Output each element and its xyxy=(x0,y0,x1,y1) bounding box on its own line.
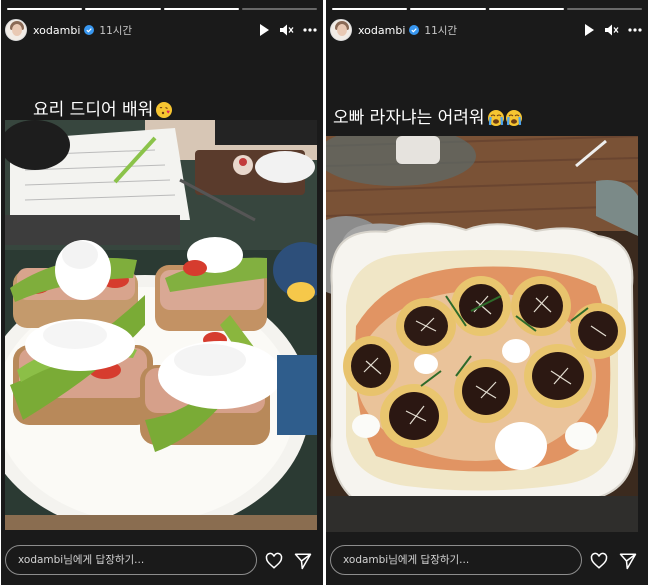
progress-segment xyxy=(410,8,486,10)
progress-segment xyxy=(241,8,317,10)
progress-bar xyxy=(7,8,317,10)
story-caption: 오빠 라자냐는 어려워 xyxy=(333,103,523,128)
reply-placeholder: xodambi님에게 답장하기... xyxy=(18,554,145,566)
progress-segment xyxy=(163,8,239,10)
username[interactable]: xodambi xyxy=(33,24,80,37)
progress-segment xyxy=(566,8,642,10)
play-icon[interactable] xyxy=(582,23,596,37)
story-caption: 요리 드디어 배워 xyxy=(33,95,173,120)
avatar[interactable] xyxy=(5,19,27,41)
heart-icon[interactable] xyxy=(265,552,283,570)
story-photo-bruschetta xyxy=(5,120,317,530)
loudly-crying-face-emoji xyxy=(505,110,522,126)
caption-text: 오빠 라자냐는 어려워 xyxy=(333,108,485,128)
story-header: xodambi 11시간 xyxy=(5,18,317,42)
progress-segment xyxy=(7,8,83,10)
caption-text: 요리 드디어 배워 xyxy=(33,100,154,120)
play-icon[interactable] xyxy=(257,23,271,37)
send-icon[interactable] xyxy=(619,552,637,570)
post-time: 11시간 xyxy=(424,24,458,37)
progress-segment xyxy=(488,8,564,10)
story-header: xodambi 11시간 xyxy=(330,18,642,42)
story-left: xodambi 11시간 요리 드디어 배워 xodambi님에게 답장하기..… xyxy=(1,0,323,585)
story-photo-lasagna xyxy=(326,136,638,532)
more-options-icon[interactable] xyxy=(303,23,317,37)
reply-input[interactable]: xodambi님에게 답장하기... xyxy=(5,545,257,575)
face-blowing-kiss-emoji xyxy=(156,102,173,118)
reply-input[interactable]: xodambi님에게 답장하기... xyxy=(330,545,582,575)
progress-segment xyxy=(332,8,408,10)
mute-icon[interactable] xyxy=(280,23,294,37)
username[interactable]: xodambi xyxy=(358,24,405,37)
send-icon[interactable] xyxy=(294,552,312,570)
verified-badge-icon xyxy=(84,25,95,35)
story-right: xodambi 11시간 오빠 라자냐는 어려워 xodambi님에게 답장하기… xyxy=(326,0,648,585)
more-options-icon[interactable] xyxy=(628,23,642,37)
progress-segment xyxy=(85,8,161,10)
reply-placeholder: xodambi님에게 답장하기... xyxy=(343,554,470,566)
verified-badge-icon xyxy=(409,25,420,35)
loudly-crying-face-emoji xyxy=(487,110,504,126)
mute-icon[interactable] xyxy=(605,23,619,37)
post-time: 11시간 xyxy=(99,24,133,37)
heart-icon[interactable] xyxy=(590,552,608,570)
avatar[interactable] xyxy=(330,19,352,41)
progress-bar xyxy=(332,8,642,10)
